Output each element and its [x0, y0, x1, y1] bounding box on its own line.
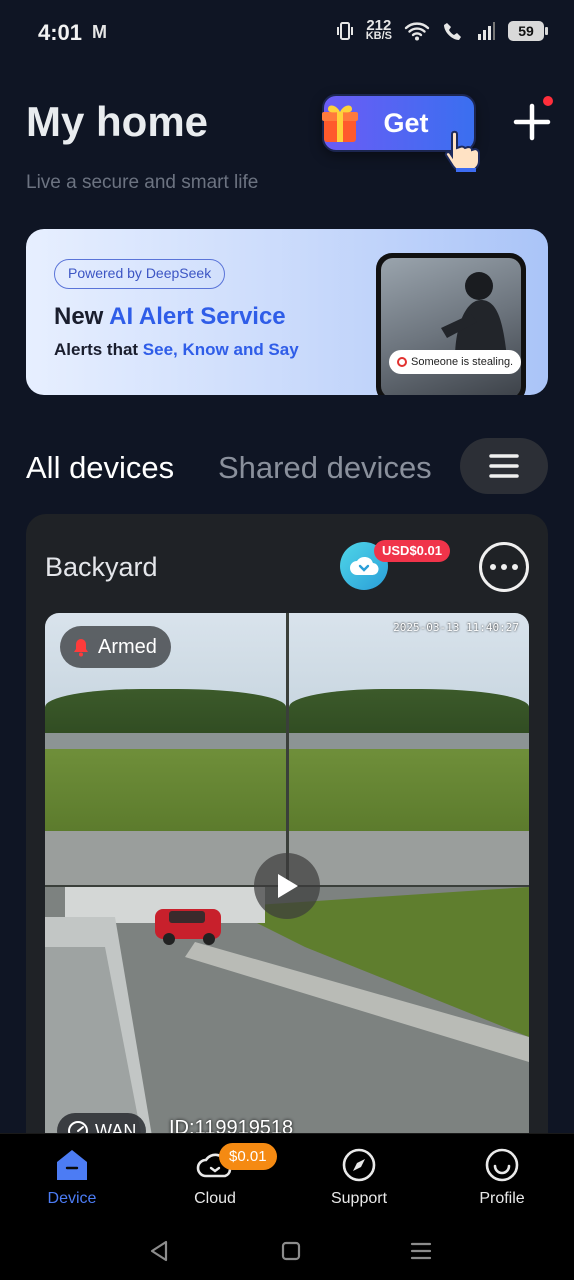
status-icons: 212 KB/S 59 — [336, 18, 548, 42]
home-square-icon[interactable] — [274, 1234, 308, 1268]
network-speed-unit: KB/S — [365, 30, 392, 42]
nav-support-label: Support — [330, 1190, 388, 1207]
camera-pane-top-right: 2025-03-13 11:40:27 — [289, 613, 529, 885]
scene-grass — [45, 749, 286, 837]
thief-figure-icon — [441, 272, 507, 358]
wifi-icon — [404, 22, 430, 41]
scene-grass — [289, 749, 529, 837]
scene-fence — [289, 732, 529, 749]
smile-icon — [485, 1148, 519, 1182]
compass-icon — [342, 1148, 376, 1182]
banner-subline-prefix: Alerts that — [54, 340, 143, 359]
cloud-price-badge: USD$0.01 — [374, 540, 450, 562]
home-icon — [57, 1150, 87, 1180]
notification-dot — [543, 96, 553, 106]
scene-fence — [45, 732, 286, 749]
banner-headline: New AI Alert Service — [54, 303, 286, 331]
phone-screen: Someone is stealing. — [381, 258, 521, 395]
battery-indicator: 59 — [508, 21, 548, 41]
gift-icon — [322, 105, 358, 142]
more-options-button[interactable] — [479, 542, 529, 592]
wifi-call-icon — [444, 23, 461, 40]
tab-shared-devices[interactable]: Shared devices — [218, 450, 432, 486]
camera-preview[interactable]: 2025-03-13 11:40:27 Armed WAN ID:1199195… — [45, 613, 529, 1154]
alert-chip-text: Someone is stealing. — [411, 356, 514, 368]
more-dot — [512, 564, 518, 570]
page-subtitle: Live a secure and smart life — [26, 172, 259, 193]
banner-subline-accent: See, Know and Say — [142, 340, 299, 359]
page-title: My home — [26, 98, 209, 145]
scene-road — [289, 830, 529, 885]
cloud-price-badge-nav: $0.01 — [219, 1143, 277, 1170]
list-menu-button[interactable] — [460, 438, 548, 494]
network-speed: 212 KB/S — [365, 18, 392, 42]
bell-icon — [74, 639, 88, 657]
more-dot — [501, 564, 507, 570]
nav-device-label: Device — [47, 1190, 97, 1207]
banner-headline-prefix: New — [54, 303, 110, 330]
armed-label: Armed — [98, 635, 157, 658]
signal-icon — [478, 22, 495, 40]
app-screen: 4:01 M 212 KB/S 59 My home Live a secure… — [0, 0, 574, 1280]
gmail-icon: M — [92, 22, 107, 42]
banner-headline-accent: AI Alert Service — [109, 303, 286, 330]
play-button[interactable] — [254, 853, 320, 919]
device-card[interactable]: Backyard USD$0.01 2025-03-13 11:40:27 Ar… — [26, 514, 548, 1154]
phone-mockup: Someone is stealing. — [376, 253, 526, 395]
alert-chip: Someone is stealing. — [389, 350, 521, 374]
bottom-nav: Device Cloud Support Profile — [0, 1133, 574, 1222]
play-icon — [278, 874, 298, 898]
recent-apps-icon[interactable] — [404, 1234, 438, 1268]
system-navigation-bar — [0, 1222, 574, 1280]
powered-by-pill: Powered by DeepSeek — [54, 259, 226, 289]
back-icon[interactable] — [142, 1234, 176, 1268]
nav-profile[interactable]: Profile — [447, 1146, 557, 1208]
more-dot — [490, 564, 496, 570]
status-bar: 4:01 M 212 KB/S 59 — [0, 0, 574, 66]
scene-road — [45, 830, 286, 885]
get-button-label: Get — [383, 107, 429, 138]
device-name: Backyard — [45, 552, 158, 582]
ai-alert-banner[interactable]: Powered by DeepSeek New AI Alert Service… — [26, 229, 548, 395]
nav-cloud-label: Cloud — [194, 1190, 236, 1207]
armed-status-chip[interactable]: Armed — [60, 626, 171, 668]
cloud-download-icon — [350, 556, 379, 576]
video-timestamp: 2025-03-13 11:40:27 — [393, 621, 519, 634]
nav-device[interactable]: Device — [17, 1146, 127, 1208]
hamburger-icon — [489, 454, 519, 478]
vibrate-icon — [336, 22, 353, 40]
nav-support[interactable]: Support — [304, 1146, 414, 1208]
alert-dot-icon — [397, 357, 407, 367]
nav-profile-label: Profile — [479, 1190, 525, 1207]
add-device-button[interactable] — [510, 100, 554, 144]
banner-subline: Alerts that See, Know and Say — [54, 340, 299, 360]
status-time: 4:01 — [38, 20, 83, 45]
tab-all-devices[interactable]: All devices — [26, 450, 174, 486]
pointing-hand-icon — [444, 130, 480, 172]
